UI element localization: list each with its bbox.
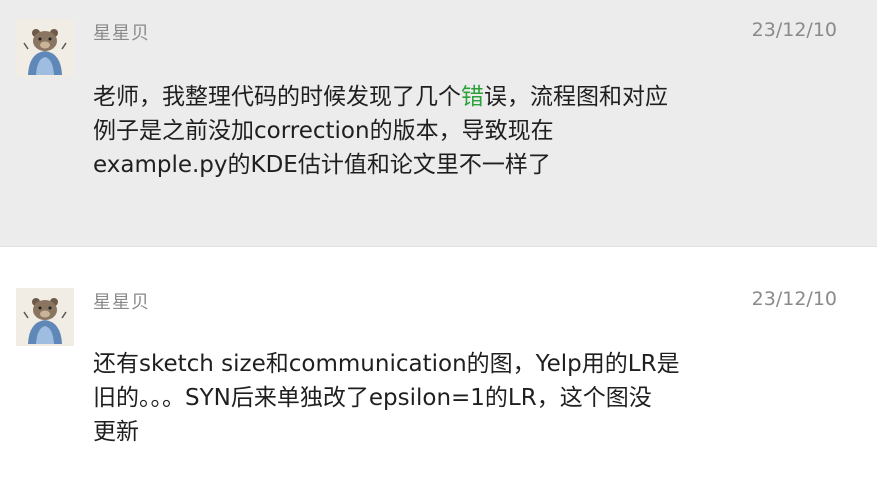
message-date: 23/12/10 (751, 288, 837, 310)
message-row-2[interactable]: 星星贝 23/12/10 还有sketch size和communication… (0, 247, 877, 494)
message-date: 23/12/10 (751, 19, 837, 41)
message-text: 还有sketch size和communication的图，Yelp用的LR是 … (93, 351, 680, 445)
sender-name: 星星贝 (93, 292, 150, 313)
message-text: 老师，我整理代码的时候发现了几个错误，流程图和对应 例子是之前没加correct… (93, 80, 733, 182)
sender-name: 星星贝 (93, 23, 150, 44)
bear-avatar-icon[interactable] (16, 19, 74, 77)
bear-avatar-icon[interactable] (16, 288, 74, 346)
message-text-part: 老师，我整理代码的时候发现了几个 (93, 84, 461, 110)
message-row-1[interactable]: 星星贝 23/12/10 老师，我整理代码的时候发现了几个错误，流程图和对应 例… (0, 0, 877, 247)
highlighted-word: 错 (461, 84, 484, 110)
